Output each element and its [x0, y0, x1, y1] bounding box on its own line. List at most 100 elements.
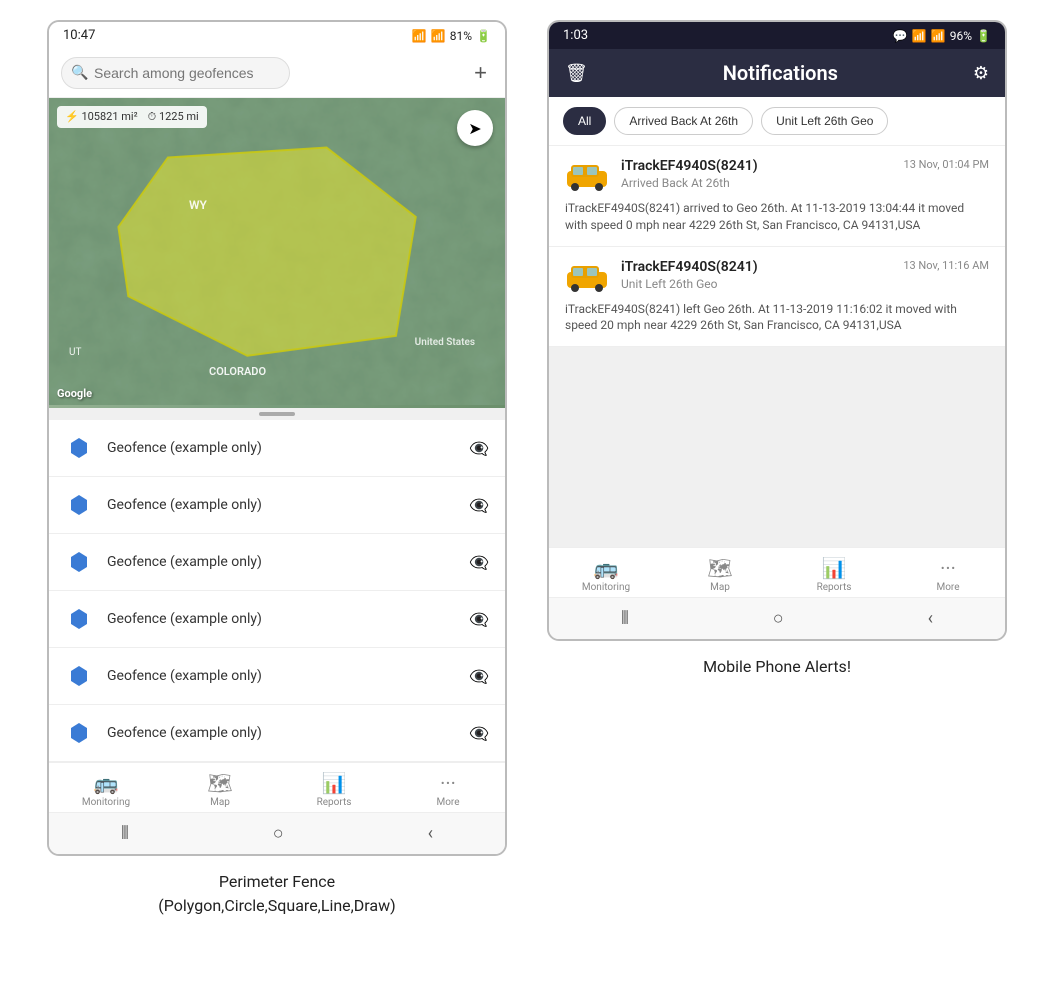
filter-tab-arrived[interactable]: Arrived Back At 26th: [614, 107, 753, 135]
geofence-label-3: Geofence (example only): [107, 554, 455, 570]
trash-icon[interactable]: 🗑: [565, 63, 588, 84]
nav-more-label: More: [436, 797, 459, 808]
right-monitoring-icon: 🚌: [594, 556, 619, 580]
right-android-home-btn[interactable]: ○: [773, 608, 784, 629]
right-nav-reports[interactable]: 📊 Reports: [804, 556, 864, 593]
right-nav-monitoring-label: Monitoring: [582, 582, 630, 593]
notification-info-2: iTrackEF4940S(8241) 13 Nov, 11:16 AM Uni…: [621, 259, 989, 291]
signal-icon: 📶: [431, 29, 446, 43]
google-logo: Google: [57, 387, 92, 400]
geofence-icon-6: [65, 719, 93, 747]
right-signal-icon: 📶: [931, 29, 946, 43]
list-item[interactable]: Geofence (example only) 👁‍🗨: [49, 420, 505, 477]
nav-monitoring-label: Monitoring: [82, 797, 130, 808]
nav-monitoring[interactable]: 🚌 Monitoring: [76, 771, 136, 808]
right-caption: Mobile Phone Alerts!: [703, 655, 851, 679]
chat-icon: 💬: [893, 29, 908, 43]
nav-reports[interactable]: 📊 Reports: [304, 771, 364, 808]
eye-slash-icon-5[interactable]: 👁‍🗨: [469, 667, 489, 686]
right-nav-monitoring[interactable]: 🚌 Monitoring: [576, 556, 636, 593]
filter-tabs: All Arrived Back At 26th Unit Left 26th …: [549, 97, 1005, 146]
empty-notification-area: [549, 347, 1005, 547]
add-geofence-button[interactable]: +: [468, 58, 493, 88]
map-icon: 🗺: [207, 771, 232, 795]
list-item[interactable]: Geofence (example only) 👁‍🗨: [49, 648, 505, 705]
left-status-bar: 10:47 📶 📶 81% 🔋: [49, 22, 505, 49]
settings-icon[interactable]: ⚙: [973, 63, 989, 84]
right-nav-more[interactable]: ··· More: [918, 556, 978, 593]
list-item[interactable]: Geofence (example only) 👁‍🗨: [49, 705, 505, 762]
area-label: ⚡ 105821 mi²: [65, 110, 138, 124]
right-status-bar: 1:03 💬 📶 📶 96% 🔋: [549, 22, 1005, 49]
eye-slash-icon-3[interactable]: 👁‍🗨: [469, 553, 489, 572]
right-more-icon: ···: [940, 556, 956, 580]
map-label-us: United States: [415, 337, 475, 348]
list-item[interactable]: Geofence (example only) 👁‍🗨: [49, 591, 505, 648]
geofence-list: Geofence (example only) 👁‍🗨 Geofence (ex…: [49, 420, 505, 762]
search-icon: 🔍: [71, 65, 88, 81]
notification-item-2[interactable]: iTrackEF4940S(8241) 13 Nov, 11:16 AM Uni…: [549, 247, 1005, 348]
eye-slash-icon-1[interactable]: 👁‍🗨: [469, 439, 489, 458]
geofence-overlay: [49, 98, 505, 405]
left-android-nav: ⦀ ○ ‹: [49, 812, 505, 854]
right-wifi-icon: 📶: [912, 29, 927, 43]
scroll-indicator: [49, 408, 505, 420]
geofence-icon-5: [65, 662, 93, 690]
right-nav-map-label: Map: [710, 582, 730, 593]
compass-button[interactable]: ➤: [457, 110, 493, 146]
wifi-icon: 📶: [412, 29, 427, 43]
car-avatar-2: [565, 259, 609, 295]
list-item[interactable]: Geofence (example only) 👁‍🗨: [49, 477, 505, 534]
notification-body-2: iTrackEF4940S(8241) left Geo 26th. At 11…: [565, 301, 989, 335]
more-icon: ···: [440, 771, 456, 795]
reports-icon: 📊: [322, 771, 347, 795]
right-nav-map[interactable]: 🗺 Map: [690, 556, 750, 593]
right-bottom-nav: 🚌 Monitoring 🗺 Map 📊 Reports ··· More: [549, 547, 1005, 597]
search-bar-inner: 🔍: [61, 57, 460, 89]
map-label-wy: WY: [189, 198, 207, 212]
nav-reports-label: Reports: [317, 797, 352, 808]
right-reports-icon: 📊: [822, 556, 847, 580]
car-avatar-1: [565, 158, 609, 194]
left-bottom-nav: 🚌 Monitoring 🗺 Map 📊 Reports ··· More: [49, 762, 505, 812]
right-android-back-btn[interactable]: ‹: [928, 608, 933, 629]
search-input[interactable]: [61, 57, 290, 89]
eye-slash-icon-4[interactable]: 👁‍🗨: [469, 610, 489, 629]
left-time: 10:47: [63, 28, 95, 43]
list-item[interactable]: Geofence (example only) 👁‍🗨: [49, 534, 505, 591]
geofence-label-4: Geofence (example only): [107, 611, 455, 627]
right-battery-label: 96%: [950, 29, 972, 43]
android-home-btn[interactable]: ○: [273, 823, 284, 844]
geofence-label-6: Geofence (example only): [107, 725, 455, 741]
nav-more[interactable]: ··· More: [418, 771, 478, 808]
notifications-title: Notifications: [598, 61, 963, 85]
device-name-1: iTrackEF4940S(8241): [621, 158, 758, 174]
android-recents-btn[interactable]: ⦀: [121, 823, 129, 844]
notification-info-1: iTrackEF4940S(8241) 13 Nov, 01:04 PM Arr…: [621, 158, 989, 190]
map-area[interactable]: ⚡ 105821 mi² ⏱ 1225 mi ➤ WY United State…: [49, 98, 505, 408]
map-label-ut: UT: [69, 347, 81, 358]
notification-item-1[interactable]: iTrackEF4940S(8241) 13 Nov, 01:04 PM Arr…: [549, 146, 1005, 247]
monitoring-icon: 🚌: [94, 771, 119, 795]
filter-tab-left[interactable]: Unit Left 26th Geo: [761, 107, 888, 135]
search-bar: 🔍 +: [49, 49, 505, 98]
filter-tab-all[interactable]: All: [563, 107, 606, 135]
battery-label: 81%: [450, 29, 472, 43]
notification-list: iTrackEF4940S(8241) 13 Nov, 01:04 PM Arr…: [549, 146, 1005, 547]
eye-slash-icon-6[interactable]: 👁‍🗨: [469, 724, 489, 743]
notification-subtitle-2: Unit Left 26th Geo: [621, 277, 989, 291]
nav-map-label: Map: [210, 797, 230, 808]
eye-slash-icon-2[interactable]: 👁‍🗨: [469, 496, 489, 515]
right-android-recents-btn[interactable]: ⦀: [621, 608, 629, 629]
nav-map[interactable]: 🗺 Map: [190, 771, 250, 808]
right-map-icon: 🗺: [707, 556, 732, 580]
left-phone-container: 10:47 📶 📶 81% 🔋 🔍 +: [47, 20, 507, 918]
map-background: ⚡ 105821 mi² ⏱ 1225 mi ➤ WY United State…: [49, 98, 505, 408]
map-label-co: COLORADO: [209, 365, 266, 378]
geofence-icon-4: [65, 605, 93, 633]
right-time: 1:03: [563, 28, 588, 43]
notification-time-1: 13 Nov, 01:04 PM: [904, 158, 989, 171]
right-android-nav: ⦀ ○ ‹: [549, 597, 1005, 639]
android-back-btn[interactable]: ‹: [428, 823, 433, 844]
right-nav-more-label: More: [936, 582, 959, 593]
